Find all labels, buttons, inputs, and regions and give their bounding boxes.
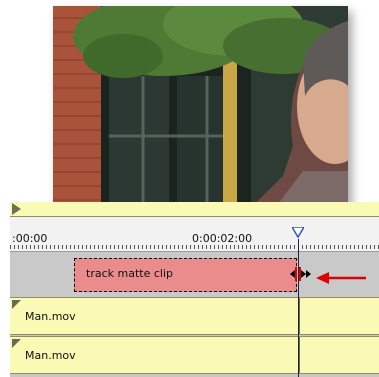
timecode-mark-label: 0:00:02:00 — [192, 232, 253, 245]
clip-corner-icon — [12, 339, 21, 348]
timecode-start-label: :00:00 — [12, 232, 48, 245]
ruler-ticks — [10, 245, 379, 249]
track-matte-clip[interactable]: track matte clip — [74, 258, 297, 292]
navigator-handle-icon[interactable] — [12, 203, 21, 215]
clip-edit-point[interactable] — [299, 298, 300, 334]
video-clip-label[interactable]: Man.mov — [25, 310, 76, 323]
timeline-panel: :00:00 0:00:02:00 track matte clip Man.m… — [10, 202, 379, 377]
playhead-line — [298, 239, 299, 377]
video-preview-image — [53, 6, 348, 230]
video-preview-frame — [53, 6, 348, 230]
clip-edit-point[interactable] — [299, 337, 300, 373]
playhead-icon[interactable] — [292, 227, 304, 239]
trim-cursor-icon — [290, 267, 311, 281]
arrow-left-icon — [316, 272, 366, 284]
time-ruler[interactable]: :00:00 0:00:02:00 — [10, 217, 379, 252]
video-track-1: Man.mov — [10, 297, 379, 335]
clip-corner-icon — [12, 300, 21, 309]
video-track-2: Man.mov — [10, 336, 379, 374]
timeline-navigator-bar[interactable] — [10, 202, 379, 217]
video-clip-label[interactable]: Man.mov — [25, 349, 76, 362]
track-matte-clip-label: track matte clip — [86, 267, 173, 280]
